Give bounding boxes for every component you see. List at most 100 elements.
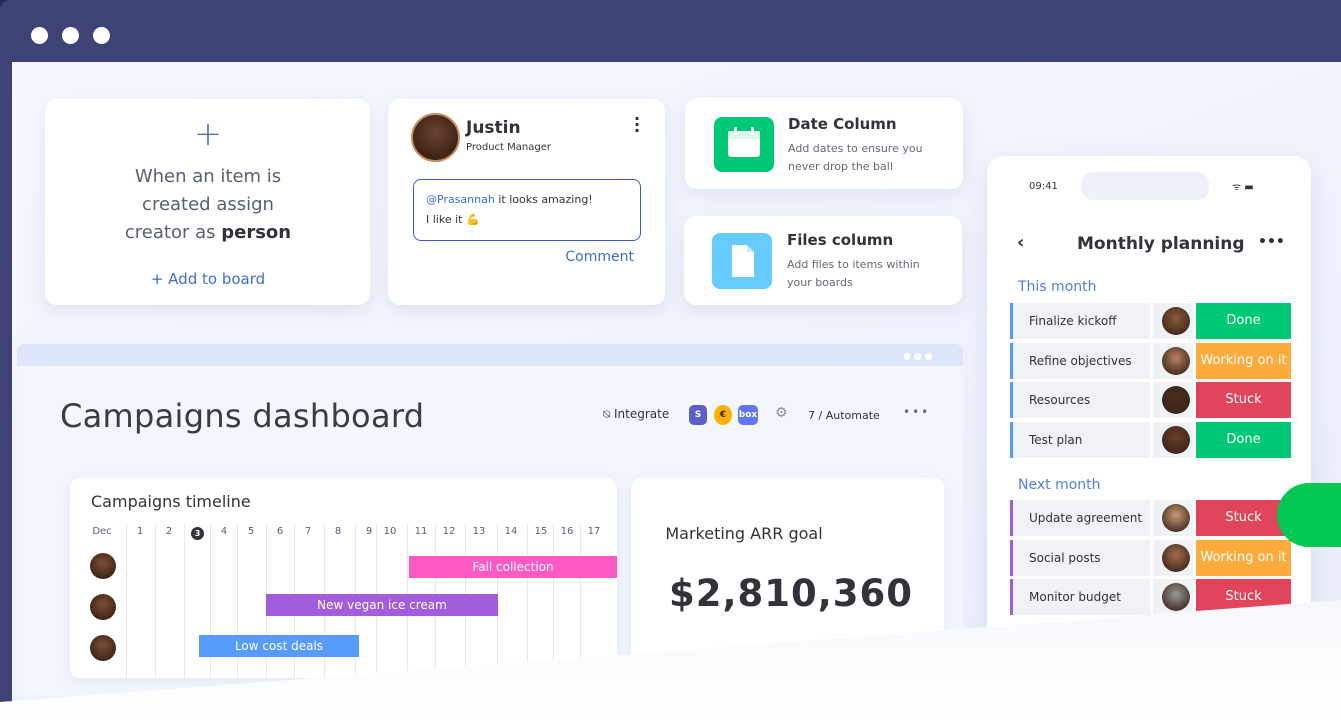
robot-icon: ⚙ (775, 405, 788, 421)
phone-item-name: Finalize kickoff (1010, 303, 1150, 339)
avatar (1162, 583, 1190, 611)
phone-item-row[interactable]: Update agreement Stuck (1010, 500, 1291, 536)
status-badge[interactable]: Stuck (1196, 579, 1291, 615)
timeline-avatar[interactable] (90, 594, 116, 620)
files-column-desc-1: Add files to items within (787, 258, 920, 271)
maximize-window-dot[interactable] (93, 27, 110, 44)
timeline-day-label: 17 (587, 526, 601, 537)
comment-text-line-2: I like it 💪 (426, 213, 480, 226)
phone-item-row[interactable]: Refine objectives Working on it (1010, 342, 1291, 379)
strip-dots-icon: ●●● (903, 352, 936, 362)
timeline-day-label: 6 (276, 526, 284, 537)
timeline-day-label: 8 (334, 526, 342, 537)
timeline-day-label: 15 (534, 526, 548, 537)
phone-group-accent (1010, 303, 1013, 339)
timeline-day-label: 14 (504, 526, 518, 537)
phone-group-accent (1010, 421, 1013, 458)
wifi-battery-icon: ᯤ ▬ (1232, 182, 1254, 193)
back-chevron-icon[interactable]: ‹ (1017, 232, 1024, 253)
status-badge[interactable]: Done (1196, 421, 1291, 458)
kebab-menu-icon[interactable]: · · · (632, 111, 642, 139)
timeline-bar-low-cost-deals[interactable]: Low cost deals (199, 635, 359, 657)
timeline-bar-fall-collection[interactable]: Fall collection (409, 556, 617, 578)
avatar (1162, 543, 1190, 572)
avatar (1162, 425, 1190, 454)
timeline-day-label: 5 (247, 526, 255, 537)
phone-group-accent (1010, 579, 1013, 615)
timeline-day-label: 7 (304, 526, 312, 537)
plus-icon[interactable]: + (190, 117, 226, 151)
calendar-icon (714, 117, 774, 172)
timeline-avatar[interactable] (90, 553, 116, 579)
user-name: Justin (466, 118, 521, 138)
timeline-day-label: 12 (442, 526, 456, 537)
timeline-grid-line (553, 524, 554, 678)
status-badge[interactable]: Stuck (1196, 382, 1291, 418)
calendar-icon-svg (728, 127, 760, 157)
status-badge[interactable]: Working on it (1196, 342, 1291, 379)
phone-item-row[interactable]: Social posts Working on it (1010, 539, 1291, 576)
phone-person-cell[interactable] (1153, 303, 1193, 339)
date-column-desc-2: never drop the ball (788, 160, 893, 173)
timeline-avatar[interactable] (90, 635, 116, 661)
phone-person-cell[interactable] (1153, 382, 1193, 418)
automation-bold-person: person (221, 222, 292, 243)
timeline-grid-line (527, 524, 528, 678)
integrate-label: Integrate (614, 407, 670, 421)
user-role: Product Manager (466, 142, 551, 153)
minimize-window-dot[interactable] (62, 27, 79, 44)
status-badge[interactable]: Done (1196, 303, 1291, 339)
timeline-today-marker: 3 (191, 527, 204, 540)
phone-group-accent (1010, 539, 1013, 576)
phone-item-row[interactable]: Monitor budget Stuck (1010, 579, 1291, 615)
files-column-desc: Add files to items within your boards (787, 256, 947, 292)
avatar[interactable] (411, 113, 460, 162)
marketing-label: Marketing ARR goal (665, 524, 823, 543)
phone-group-label: This month (1018, 279, 1097, 295)
timeline-grid-line (580, 524, 581, 678)
automation-line-1: When an item is (134, 166, 282, 187)
close-window-dot[interactable] (31, 27, 48, 44)
comment-button[interactable]: Comment (548, 249, 634, 265)
timeline-grid-line (184, 524, 185, 678)
phone-item-row[interactable]: Test plan Done (1010, 421, 1291, 458)
timeline-day-label: 10 (383, 526, 397, 537)
phone-more-icon[interactable]: ••• (1258, 234, 1285, 250)
phone-item-row[interactable]: Resources Stuck (1010, 382, 1291, 418)
phone-item-name: Monitor budget (1010, 579, 1150, 615)
phone-board-title: Monthly planning (1077, 234, 1245, 254)
avatar (1162, 346, 1190, 375)
mention-tag[interactable]: @Prasannah (426, 193, 495, 206)
date-column-desc-1: Add dates to ensure you (788, 142, 923, 155)
file-icon (712, 233, 772, 289)
automation-line-2: created assign (142, 194, 274, 215)
timeline-day-label: 4 (220, 526, 228, 537)
timeline-day-label: 11 (414, 526, 428, 537)
window-titlebar (0, 0, 1341, 62)
phone-person-cell[interactable] (1153, 342, 1193, 379)
more-options-icon[interactable]: ••• (903, 405, 930, 419)
phone-group-accent (1010, 382, 1013, 418)
integration-badge-box[interactable]: box (738, 405, 758, 425)
dashboard-header-strip (17, 344, 963, 366)
phone-person-cell[interactable] (1153, 421, 1193, 458)
add-to-board-link[interactable]: + Add to board (60, 270, 356, 288)
phone-person-cell[interactable] (1153, 579, 1193, 615)
phone-item-name: Resources (1010, 382, 1150, 418)
phone-person-cell[interactable] (1153, 500, 1193, 536)
phone-group-label: Next month (1018, 477, 1101, 493)
dashboard-title: Campaigns dashboard (60, 397, 425, 435)
status-badge[interactable]: Working on it (1196, 539, 1291, 576)
date-column-title: Date Column (788, 115, 897, 133)
timeline-day-label: 2 (165, 526, 173, 537)
automate-button[interactable]: 7 / Automate (808, 409, 880, 422)
timeline-bar-vegan-ice-cream[interactable]: New vegan ice cream (266, 594, 498, 616)
integrate-button[interactable]: ⍉ Integrate (603, 407, 669, 422)
comment-input[interactable]: @Prasannah it looks amazing! I like it 💪 (413, 179, 641, 241)
marketing-value: $2,810,360 (668, 572, 914, 615)
integration-badge-mailchimp[interactable]: € (714, 405, 732, 425)
phone-item-row[interactable]: Finalize kickoff Done (1010, 303, 1291, 339)
phone-item-name: Test plan (1010, 421, 1150, 458)
integration-badge-s[interactable]: S (689, 405, 707, 425)
phone-person-cell[interactable] (1153, 539, 1193, 576)
